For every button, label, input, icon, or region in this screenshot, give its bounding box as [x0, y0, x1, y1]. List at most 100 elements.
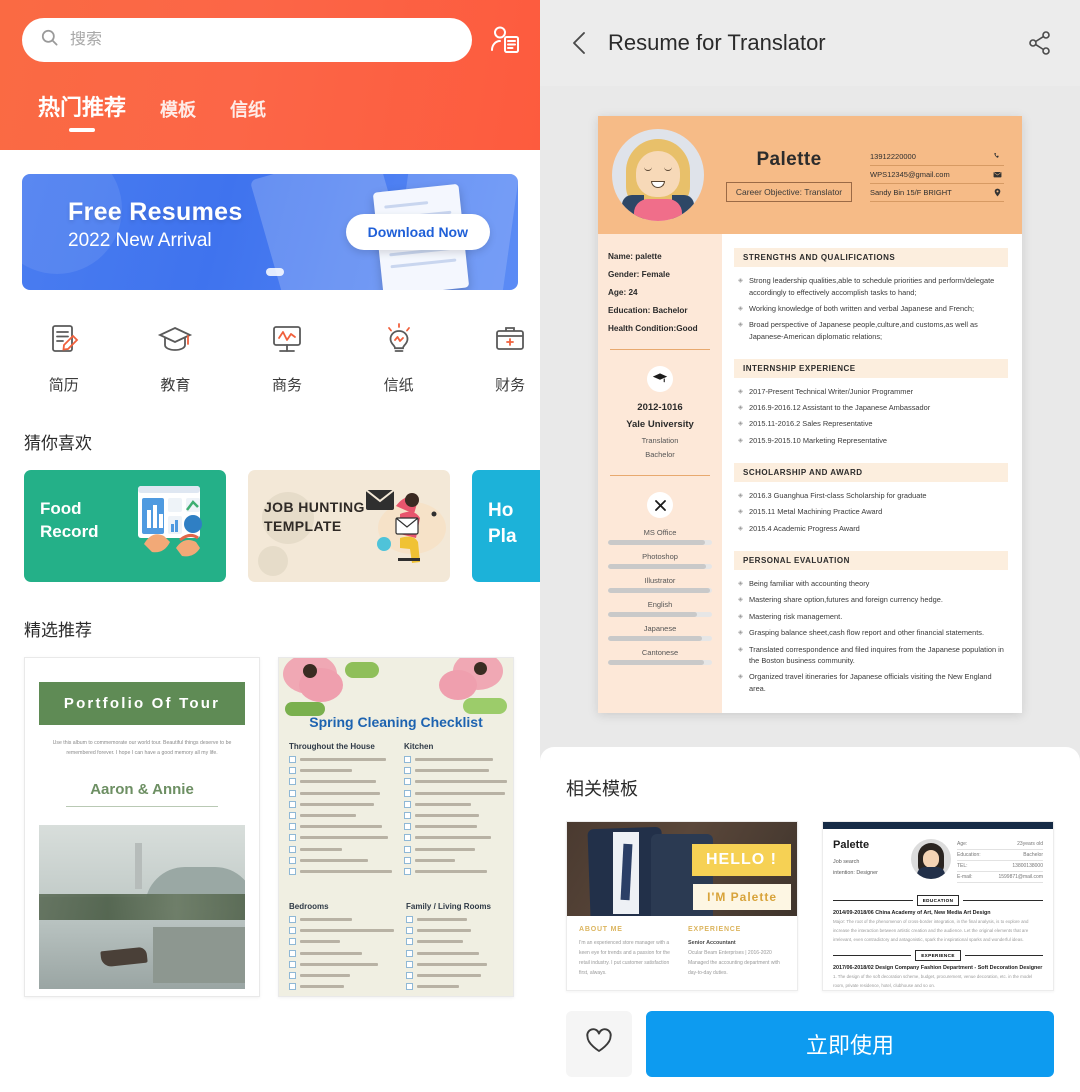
lightbulb-icon	[369, 318, 429, 360]
promo-banner[interactable]: Free Resumes 2022 New Arrival Download N…	[22, 174, 518, 290]
section-item: ◈ 2015.4 Academic Progress Award	[738, 523, 860, 533]
banner-subtitle: 2022 New Arrival	[68, 230, 212, 251]
about-me-text: I'm an experienced store manager with a …	[579, 940, 670, 976]
featured-list: Portfolio Of Tour Use this album to comm…	[0, 657, 540, 997]
search-box[interactable]	[22, 18, 472, 62]
guess-card-title: Ho Pla	[488, 500, 517, 547]
education-chip: EDUCATION	[833, 895, 1044, 906]
leaf-decor	[345, 662, 379, 678]
category-label: 财务	[495, 377, 526, 394]
info-row: TEL: 13800138000	[957, 861, 1043, 872]
section-item: ◈ Working knowledge of both written and v…	[738, 303, 975, 313]
info-row: Age: 23years old	[957, 839, 1043, 850]
im-label: I'M Palette	[693, 884, 791, 910]
candidate-name: Palette	[833, 839, 870, 851]
category-letterhead[interactable]: 信纸	[369, 318, 429, 395]
use-now-button[interactable]: 立即使用	[646, 1010, 1054, 1077]
favorite-button[interactable]	[566, 1010, 632, 1077]
category-label: 商务	[271, 377, 302, 394]
category-business[interactable]: 商务	[257, 318, 317, 395]
tab-hot-recommend[interactable]: 热门推荐	[38, 90, 126, 134]
category-education[interactable]: 教育	[146, 318, 206, 395]
section-item: ◈ Broad perspective of Japanese people,cu…	[738, 320, 978, 341]
location-icon	[994, 188, 1001, 197]
banner-download-button[interactable]: Download Now	[345, 214, 490, 250]
spring-columns-bottom: Bedrooms Family / Living Rooms	[289, 902, 503, 994]
skill-name: Japanese	[643, 624, 677, 633]
category-label: 简历	[48, 377, 79, 394]
category-resume[interactable]: 简历	[34, 318, 94, 395]
category-finance[interactable]: 财务	[480, 318, 540, 395]
section-item: ◈ 2015.9-2015.10 Marketing Representative	[738, 435, 888, 445]
skill-bar	[608, 588, 712, 593]
search-input[interactable]	[70, 31, 454, 49]
monitor-chart-icon	[257, 318, 317, 360]
contact-row: 13912220000	[870, 148, 1004, 166]
experience-title: Senior Accountant	[688, 940, 736, 946]
spring-column-heading: Family / Living Rooms	[406, 902, 491, 911]
category-label: 教育	[160, 377, 191, 394]
experience-sub: Ocular Beam Enterprises | 2016-2020	[688, 950, 772, 957]
share-icon[interactable]	[1020, 30, 1060, 56]
related-card-hello-palette[interactable]: HELLO ! I'M Palette ABOUT ME I'm an expe…	[566, 821, 798, 991]
spring-column: Kitchen	[404, 742, 507, 879]
spring-column: Family / Living Rooms	[406, 902, 503, 994]
tab-templates[interactable]: 模板	[160, 96, 196, 134]
section-heading: STRENGTHS AND QUALIFICATIONS	[734, 248, 1008, 267]
education-school: Yale University	[626, 419, 694, 430]
portfolio-rule	[66, 805, 218, 807]
career-objective: Career Objective: Translator	[725, 181, 853, 202]
tools-icon	[647, 492, 673, 518]
contact-value: WPS12345@gmail.com	[870, 170, 950, 179]
education-degree: Bachelor	[645, 450, 675, 459]
page-title: Resume for Translator	[608, 30, 826, 55]
spring-column-heading: Throughout the House	[289, 742, 375, 751]
skill-bar	[608, 540, 712, 545]
section-item: ◈ 2017-Present Technical Writer/Junior Pr…	[738, 386, 914, 396]
info-row: Education: Bachelor	[957, 850, 1043, 861]
mail-icon	[993, 171, 1002, 178]
user-document-icon[interactable]	[486, 21, 524, 59]
portfolio-author: Aaron & Annie	[90, 780, 194, 798]
spring-column: Throughout the House	[289, 742, 392, 879]
contact-info: Age: 23years old Education: Bachelor TEL: 1…	[957, 839, 1043, 883]
guess-card-job-hunting[interactable]: JOB HUNTING TEMPLATE	[248, 470, 450, 582]
section-heading: INTERNSHIP EXPERIENCE	[734, 358, 1008, 378]
featured-card-spring-cleaning[interactable]: Spring Cleaning Checklist Throughout the…	[278, 657, 514, 997]
resume-name: Palette	[756, 148, 822, 170]
related-templates-list: HELLO ! I'M Palette ABOUT ME I'm an expe…	[566, 821, 1054, 991]
skill-name: English	[647, 600, 673, 609]
resume-name-block: Palette Career Objective: Translator	[704, 149, 870, 202]
guess-card-food-record[interactable]: Food Record	[24, 470, 226, 582]
divider	[610, 475, 710, 476]
guess-card-holiday-plan[interactable]: Ho Pla	[472, 470, 540, 582]
divider	[610, 349, 710, 350]
leaf-decor	[463, 698, 507, 714]
graduation-cap-icon	[146, 318, 206, 360]
flower-decor	[439, 670, 477, 700]
flower-center	[474, 662, 487, 675]
banner-text: Free Resumes 2022 New Arrival	[68, 198, 243, 252]
portfolio-photo	[39, 824, 245, 989]
skill-bar	[608, 612, 712, 617]
resume-body: Name: palette Gender: Female Age: 24 Edu…	[598, 234, 1022, 713]
education-text: Major: The root of the phenomenon of cro…	[833, 919, 1029, 942]
featured-card-portfolio[interactable]: Portfolio Of Tour Use this album to comm…	[24, 657, 260, 997]
experience-chip: EXPERIENCE	[833, 950, 1043, 962]
spring-columns-top: Throughout the House Kitchen	[289, 742, 507, 879]
category-label: 信纸	[383, 377, 414, 394]
search-row	[22, 18, 524, 62]
related-card-palette-designer[interactable]: Palette Job search intention: Designer A…	[822, 821, 1054, 991]
education-major: Translation	[641, 436, 679, 445]
skill-bar	[608, 660, 712, 665]
template-detail-panel: Resume for Translator Palette Career Obj…	[540, 0, 1080, 1092]
section-item: ◈ Being familiar with accounting theory	[738, 579, 870, 589]
tab-letterhead[interactable]: 信纸	[230, 96, 266, 134]
chevron-left-icon[interactable]	[560, 30, 600, 56]
portfolio-heading: Portfolio Of Tour	[39, 682, 245, 725]
job-hunting-illustration	[360, 484, 450, 574]
guess-card-title: JOB HUNTING TEMPLATE	[264, 499, 365, 534]
resume-preview-wrap[interactable]: Palette Career Objective: Translator 139…	[540, 86, 1080, 713]
banner-pager-dot[interactable]	[266, 268, 284, 276]
template-browse-panel: 热门推荐 模板 信纸 Free Resumes 2022 New Arrival…	[0, 0, 540, 1092]
